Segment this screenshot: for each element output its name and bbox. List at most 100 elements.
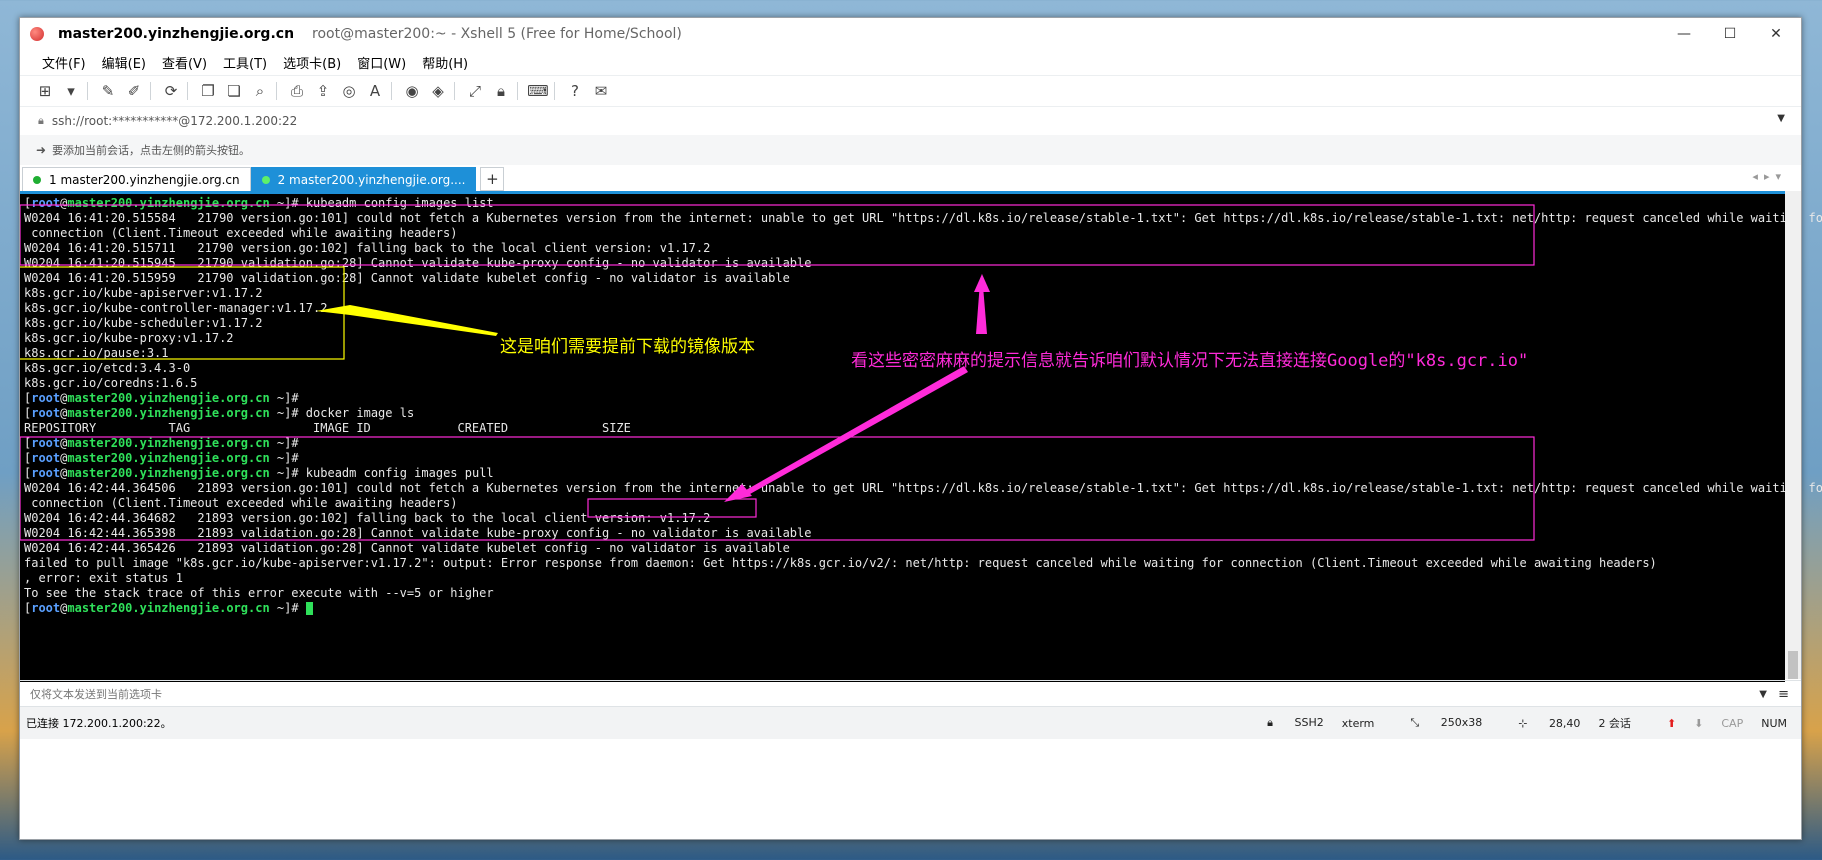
terminal-prompt-line: [root@master200.yinzhengjie.org.cn ~]# (24, 451, 1822, 466)
hint-text: 要添加当前会话，点击左侧的箭头按钮。 (52, 144, 251, 157)
output-text: W0204 16:42:44.364682 21893 version.go:1… (24, 511, 711, 525)
prompt-user: root (31, 466, 61, 480)
command-text: docker image ls (305, 406, 415, 420)
connected-dot-icon (33, 175, 41, 184)
open-folder-icon[interactable]: ▾ (60, 80, 82, 102)
prompt-tail: ~]# (269, 406, 306, 420)
cursor-position-label: 28,40 (1548, 716, 1581, 730)
help-icon[interactable]: ? (564, 80, 586, 102)
download-arrow-icon: ⬇ (1694, 716, 1704, 730)
lock-icon[interactable]: 🔒︎ (490, 80, 512, 102)
scrollbar-thumb[interactable] (1788, 651, 1798, 679)
print-icon[interactable]: ⎙ (286, 80, 308, 102)
toolbar-divider (517, 82, 518, 100)
tab-label: 1 master200.yinzhengjie.org.cn (49, 172, 240, 187)
connect-icon[interactable]: ✎ (97, 80, 119, 102)
terminal-area[interactable]: [root@master200.yinzhengjie.org.cn ~]# k… (20, 191, 1822, 682)
term-type: xterm (1341, 716, 1375, 730)
minimize-button[interactable]: — (1661, 18, 1707, 50)
disconnect-icon[interactable]: ✐ (123, 80, 145, 102)
new-session-icon[interactable]: ⊞ (34, 80, 56, 102)
status-right-group: 🔒︎ SSH2 xterm ⤡ 250x38 ⊹ 28,40 2 会话 ⬆ ⬇ C… (1231, 707, 1787, 739)
terminal-output-line: k8s.gcr.io/kube-scheduler:v1.17.2 (24, 316, 1822, 331)
menu-lines-icon[interactable]: ≡ (1778, 687, 1789, 702)
chat-icon[interactable]: ✉ (590, 80, 612, 102)
font-icon[interactable]: A (364, 80, 386, 102)
prompt-user: root (31, 601, 61, 615)
terminal-output-line: W0204 16:42:44.365426 21893 validation.g… (24, 541, 1822, 556)
terminal-prompt-line: [root@master200.yinzhengjie.org.cn ~]# k… (24, 466, 1822, 481)
copy-icon[interactable]: ❐ (197, 80, 219, 102)
command-text: kubeadm config images list (305, 196, 494, 210)
menu-help[interactable]: 帮助(H) (422, 53, 468, 72)
window-subtitle: root@master200:~ - Xshell 5 (Free for Ho… (312, 26, 682, 42)
address-text: ssh://root:***********@172.200.1.200:22 (51, 114, 298, 128)
paste-icon[interactable]: ❏ (223, 80, 245, 102)
cursor-icon: ⊹ (1518, 716, 1528, 730)
session-hint-bar: ➜ 要添加当前会话，点击左侧的箭头按钮。 (20, 135, 1801, 166)
xftp-icon[interactable]: ◉ (401, 80, 423, 102)
transfer-icon[interactable]: ⇪ (312, 80, 334, 102)
keyboard-icon[interactable]: ⌨ (527, 80, 549, 102)
output-text: To see the stack trace of this error exe… (24, 586, 494, 600)
chevron-down-icon[interactable]: ▼ (1777, 113, 1785, 124)
output-text: W0204 16:42:44.364506 21893 version.go:1… (24, 481, 1822, 495)
reconnect-icon[interactable]: ⟳ (160, 80, 182, 102)
output-text: failed to pull image "k8s.gcr.io/kube-ap… (24, 556, 1657, 570)
output-text: W0204 16:41:20.515711 21790 version.go:1… (24, 241, 711, 255)
send-text-placeholder: 仅将文本发送到当前选项卡 (30, 688, 162, 701)
globe-icon[interactable]: ◎ (338, 80, 360, 102)
terminal-output-line: connection (Client.Timeout exceeded whil… (24, 226, 1822, 241)
tab-session-2[interactable]: 2 master200.yinzhengjie.org.... (250, 166, 477, 192)
menu-tools[interactable]: 工具(T) (223, 53, 267, 72)
terminal-output-line: k8s.gcr.io/kube-proxy:v1.17.2 (24, 331, 1822, 346)
terminal-output-line: failed to pull image "k8s.gcr.io/kube-ap… (24, 556, 1822, 571)
output-text: REPOSITORY TAG IMAGE ID CREATED SIZE (24, 421, 631, 435)
chevron-down-icon[interactable]: ▼ (1759, 689, 1767, 700)
connected-dot-icon (261, 175, 270, 184)
close-button[interactable]: ✕ (1753, 18, 1799, 50)
toolbar-divider (150, 82, 151, 100)
tab-scroll-arrows-icon[interactable]: ◂▸▾ (1752, 170, 1787, 183)
tab-session-1[interactable]: 1 master200.yinzhengjie.org.cn (22, 166, 251, 192)
prompt-user: root (31, 406, 61, 420)
terminal-output-line: connection (Client.Timeout exceeded whil… (24, 496, 1822, 511)
menu-edit[interactable]: 编辑(E) (102, 53, 146, 72)
terminal-output-line: W0204 16:41:20.515945 21790 validation.g… (24, 256, 1822, 271)
prompt-tail: ~]# (269, 196, 306, 210)
terminal-prompt-line: [root@master200.yinzhengjie.org.cn ~]# d… (24, 406, 1822, 421)
fullscreen-icon[interactable]: ⤢ (464, 80, 486, 102)
maximize-button[interactable]: ☐ (1707, 18, 1753, 50)
terminal-output-line: W0204 16:41:20.515584 21790 version.go:1… (24, 211, 1822, 226)
send-text-bar[interactable]: 仅将文本发送到当前选项卡 ▼ ≡ (20, 680, 1801, 707)
output-text: W0204 16:41:20.515945 21790 validation.g… (24, 256, 812, 270)
terminal-output-line: W0204 16:41:20.515711 21790 version.go:1… (24, 241, 1822, 256)
terminal-scrollbar[interactable] (1785, 191, 1801, 679)
prompt-user: root (31, 436, 61, 450)
menu-tab[interactable]: 选项卡(B) (283, 53, 341, 72)
xshell-window: master200.yinzhengjie.org.cn root@master… (19, 17, 1822, 840)
output-text: k8s.gcr.io/coredns:1.6.5 (24, 376, 198, 390)
terminal-output-line: W0204 16:41:20.515959 21790 validation.g… (24, 271, 1822, 286)
xshell-logo-icon (30, 27, 44, 41)
output-text: W0204 16:42:44.365426 21893 validation.g… (24, 541, 790, 555)
prompt-user: root (31, 196, 61, 210)
padlock-icon: 🔒︎ (1267, 716, 1273, 729)
num-lock-indicator: NUM (1761, 716, 1787, 730)
menu-window[interactable]: 窗口(W) (357, 53, 406, 72)
script-icon[interactable]: ◈ (427, 80, 449, 102)
prompt-tail: ~]# (269, 451, 306, 465)
address-bar[interactable]: 🔒︎ ssh://root:***********@172.200.1.200:… (20, 106, 1801, 136)
output-text: k8s.gcr.io/etcd:3.4.3-0 (24, 361, 191, 375)
terminal-prompt-line: [root@master200.yinzhengjie.org.cn ~]# (24, 436, 1822, 451)
yellow-annotation: 这是咱们需要提前下载的镜像版本 (500, 337, 755, 357)
menu-view[interactable]: 查看(V) (162, 53, 207, 72)
output-text: k8s.gcr.io/kube-scheduler:v1.17.2 (24, 316, 263, 330)
add-session-arrow-icon[interactable]: ➜ (36, 143, 46, 157)
toolbar-divider (454, 82, 455, 100)
menu-file[interactable]: 文件(F) (42, 53, 86, 72)
session-count: 2 会话 (1598, 717, 1631, 730)
find-icon[interactable]: ⌕ (249, 80, 271, 102)
add-tab-button[interactable]: + (480, 167, 505, 191)
terminal-output-line: , error: exit status 1 (24, 571, 1822, 586)
